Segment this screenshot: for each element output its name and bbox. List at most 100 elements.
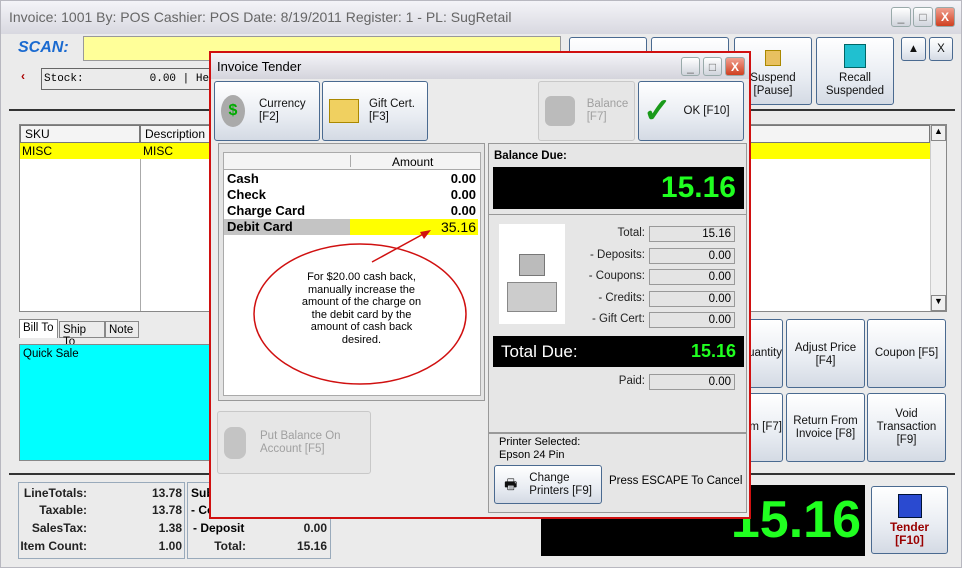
recall-suspended-button[interactable]: Recall Suspended: [816, 37, 894, 105]
tab-note[interactable]: Note: [105, 321, 139, 338]
stock-bar: Stock: 0.00 | He: [41, 68, 221, 90]
taxable-value: 13.78: [151, 503, 182, 517]
total-due-value: 15.16: [690, 341, 736, 361]
close-button[interactable]: X: [935, 7, 955, 27]
stock-value: 0.00: [149, 73, 177, 85]
label: Gift Cert.: [369, 98, 416, 110]
paid-label: Paid:: [618, 375, 645, 387]
dialog-maximize-button[interactable]: □: [703, 57, 722, 76]
label: [F7]: [586, 111, 607, 123]
label: Put Balance On Account [F5]: [260, 430, 341, 456]
total-label: Total:: [214, 539, 246, 553]
scrollbar[interactable]: ▲ ▼: [930, 125, 946, 311]
summary-label: - Gift Cert:: [591, 313, 645, 325]
total-due-bar: Total Due: 15.16: [493, 336, 744, 367]
bill-to-text: Quick Sale: [23, 348, 79, 360]
label: Balance [F7]: [587, 98, 629, 124]
chevron-left-icon[interactable]: ‹: [21, 69, 25, 83]
summary-field: 15.16: [649, 226, 735, 242]
adjust-price-button[interactable]: Adjust Price [F4]: [786, 319, 865, 388]
tender-button[interactable]: Tender [F10]: [871, 486, 948, 554]
item-count-label: Item Count:: [20, 539, 87, 553]
label: [F10]: [895, 532, 924, 547]
label: m [F7]: [749, 421, 782, 433]
void-transaction-button[interactable]: Void Transaction [F9]: [867, 393, 946, 462]
label: Return From: [793, 414, 858, 427]
summary-field: 0.00: [649, 269, 735, 285]
balance-due-display: 15.16: [493, 167, 744, 209]
printer-panel: Printer Selected: Epson 24 Pin 🖶 Change Pr…: [488, 433, 747, 513]
bill-to-area[interactable]: Quick Sale: [19, 344, 219, 461]
currency-button[interactable]: $ Currency [F2]: [214, 81, 320, 141]
change-printers-button[interactable]: 🖶 Change Printers [F9]: [494, 465, 602, 504]
scroll-up-button[interactable]: ▲: [901, 37, 926, 61]
monitor-shape: [519, 254, 545, 276]
summary-field: 0.00: [649, 290, 735, 307]
total-value: 15.16: [296, 539, 327, 553]
balance-icon: [544, 96, 575, 126]
label: Gift Cert. [F3]: [369, 98, 415, 124]
deposit-label: - Deposit: [193, 521, 245, 535]
printer-name: Epson 24 Pin: [499, 449, 565, 461]
column-sku[interactable]: SKU: [20, 125, 140, 143]
label: Recall: [839, 72, 871, 84]
balance-panel: Balance Due: 15.16 Total: 15.16- Deposits…: [488, 143, 747, 433]
label: Invoice [F8]: [795, 427, 856, 440]
window-title: Invoice: 1001 By: POS Cashier: POS Date:…: [9, 9, 512, 25]
label: Printers [F9]: [529, 484, 592, 497]
put-balance-on-account-button[interactable]: Put Balance On Account [F5]: [217, 411, 371, 474]
taxable-label: Taxable:: [39, 503, 87, 517]
balance-due-label: Balance Due:: [494, 150, 567, 162]
line-totals-label: LineTotals:: [23, 486, 87, 500]
maximize-button[interactable]: □: [913, 7, 933, 27]
escape-hint: Press ESCAPE To Cancel: [609, 475, 743, 487]
dialog-minimize-button[interactable]: _: [681, 57, 700, 76]
invoice-tender-dialog: Invoice Tender _ □ X $ Currency [F2] Gift…: [209, 51, 751, 519]
label: Account [F5]: [260, 442, 325, 455]
item-count-value: 1.00: [158, 539, 182, 553]
sales-tax-value: 1.38: [158, 521, 182, 535]
deposit-value: 0.00: [303, 521, 327, 535]
label: Currency [F2]: [259, 98, 306, 124]
label: Change Printers [F9]: [529, 472, 592, 498]
label: OK [F10]: [683, 104, 730, 117]
printer-label: Printer Selected:: [499, 436, 581, 448]
label: Suspend: [750, 72, 796, 84]
money-bag-icon: $: [221, 95, 245, 127]
line-totals-box: LineTotals: 13.78 Taxable: 13.78 SalesTax:…: [18, 482, 185, 559]
summary-label: - Deposits:: [590, 248, 645, 261]
cash-register-icon: [897, 493, 922, 518]
column-divider: [140, 159, 141, 311]
stock-rest: | He: [182, 73, 210, 85]
tab-bill-to[interactable]: Bill To: [19, 319, 58, 338]
person-icon: [224, 426, 246, 459]
dialog-close-button[interactable]: X: [725, 57, 745, 76]
minimize-button[interactable]: _: [891, 7, 911, 27]
summary-field: 0.00: [649, 247, 735, 264]
close-panel-button[interactable]: X: [929, 37, 953, 61]
label: Balance: [586, 98, 629, 110]
dialog-title-bar: Invoice Tender: [211, 53, 749, 79]
pos-terminal-image: [499, 224, 565, 324]
scroll-down-icon[interactable]: ▼: [931, 295, 946, 311]
divider: [489, 214, 746, 215]
ok-button[interactable]: ✓ OK [F10]: [638, 81, 744, 141]
scroll-up-icon[interactable]: ▲: [931, 125, 946, 141]
scan-label: SCAN:: [18, 39, 69, 56]
gift-cert-button[interactable]: Gift Cert. [F3]: [322, 81, 428, 141]
tender-list-panel: Amount Cash 0.00 Check 0.00 Charge Card …: [218, 143, 485, 401]
arrow-head-icon: [420, 230, 431, 239]
tab-ship-to[interactable]: Ship To: [59, 321, 105, 348]
summary-label: Total:: [617, 227, 646, 239]
title-bar: Invoice: 1001 By: POS Cashier: POS Date:…: [1, 1, 961, 34]
summary-field: 0.00: [649, 312, 735, 328]
coupon-button[interactable]: Coupon [F5]: [867, 319, 946, 388]
return-from-invoice-button[interactable]: Return From Invoice [F8]: [786, 393, 865, 462]
total-due-label: Total Due:: [501, 342, 578, 361]
balance-button[interactable]: Balance [F7]: [538, 81, 635, 141]
cell-sku: MISC: [22, 144, 52, 158]
summary-label: - Credits:: [598, 291, 645, 304]
paid-field[interactable]: 0.00: [649, 374, 735, 390]
dialog-title: Invoice Tender: [217, 59, 302, 74]
stock-label: Stock:: [44, 73, 84, 85]
